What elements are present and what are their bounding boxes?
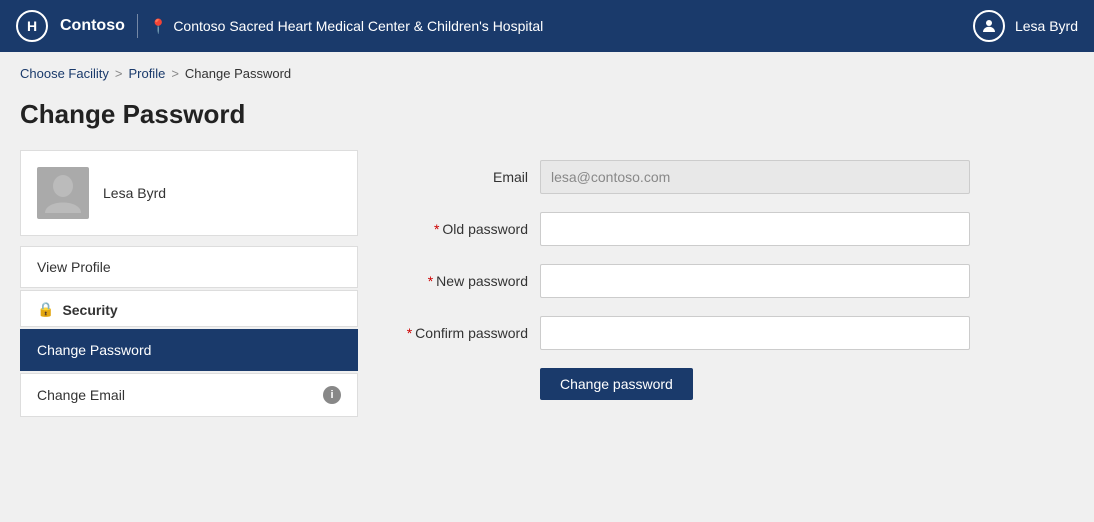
app-header: H Contoso 📍 Contoso Sacred Heart Medical… <box>0 0 1094 52</box>
facility-name: Contoso Sacred Heart Medical Center & Ch… <box>173 18 543 34</box>
change-password-label: Change Password <box>37 342 151 358</box>
sidebar-item-change-password[interactable]: Change Password <box>20 329 358 371</box>
new-password-field[interactable] <box>540 264 970 298</box>
new-password-label: *New password <box>398 273 528 289</box>
email-row: Email <box>398 160 1074 194</box>
view-profile-label: View Profile <box>37 259 111 275</box>
main-container: Choose Facility > Profile > Change Passw… <box>0 52 1094 522</box>
confirm-password-label: *Confirm password <box>398 325 528 341</box>
required-marker-3: * <box>407 325 412 341</box>
email-label: Email <box>398 169 528 185</box>
sidebar-avatar <box>37 167 89 219</box>
header-facility: 📍 Contoso Sacred Heart Medical Center & … <box>150 18 543 35</box>
sidebar-item-change-email[interactable]: Change Email i <box>20 373 358 417</box>
change-password-button[interactable]: Change password <box>540 368 693 400</box>
lock-icon: 🔒 <box>37 301 54 318</box>
breadcrumb-profile[interactable]: Profile <box>128 66 165 81</box>
breadcrumb-sep-1: > <box>115 66 123 81</box>
logo-letter: H <box>27 18 37 34</box>
app-logo: H <box>16 10 48 42</box>
user-avatar-icon[interactable] <box>973 10 1005 42</box>
location-icon: 📍 <box>150 18 167 35</box>
security-label: Security <box>62 302 117 318</box>
content-layout: Lesa Byrd View Profile 🔒 Security Change… <box>20 150 1074 419</box>
avatar-silhouette <box>43 171 83 215</box>
breadcrumb-choose-facility[interactable]: Choose Facility <box>20 66 109 81</box>
sidebar-username: Lesa Byrd <box>103 185 166 201</box>
sidebar-security-header: 🔒 Security <box>20 290 358 327</box>
sidebar: Lesa Byrd View Profile 🔒 Security Change… <box>20 150 358 419</box>
header-divider <box>137 14 138 38</box>
old-password-label: *Old password <box>398 221 528 237</box>
required-marker-2: * <box>428 273 433 289</box>
submit-row: Change password <box>398 368 1074 400</box>
form-area: Email *Old password *New password <box>398 150 1074 419</box>
confirm-password-row: *Confirm password <box>398 316 1074 350</box>
app-name: Contoso <box>60 17 125 35</box>
breadcrumb: Choose Facility > Profile > Change Passw… <box>20 66 1074 81</box>
header-left: H Contoso 📍 Contoso Sacred Heart Medical… <box>16 10 543 42</box>
email-field[interactable] <box>540 160 970 194</box>
breadcrumb-current: Change Password <box>185 66 291 81</box>
sidebar-user-card: Lesa Byrd <box>20 150 358 236</box>
new-password-row: *New password <box>398 264 1074 298</box>
breadcrumb-sep-2: > <box>171 66 179 81</box>
required-marker-1: * <box>434 221 439 237</box>
person-icon <box>980 17 998 35</box>
old-password-row: *Old password <box>398 212 1074 246</box>
header-username: Lesa Byrd <box>1015 18 1078 34</box>
info-icon: i <box>323 386 341 404</box>
header-right: Lesa Byrd <box>973 10 1078 42</box>
old-password-field[interactable] <box>540 212 970 246</box>
confirm-password-field[interactable] <box>540 316 970 350</box>
page-title: Change Password <box>20 99 1074 130</box>
sidebar-item-view-profile[interactable]: View Profile <box>20 246 358 288</box>
change-email-label: Change Email <box>37 387 125 403</box>
